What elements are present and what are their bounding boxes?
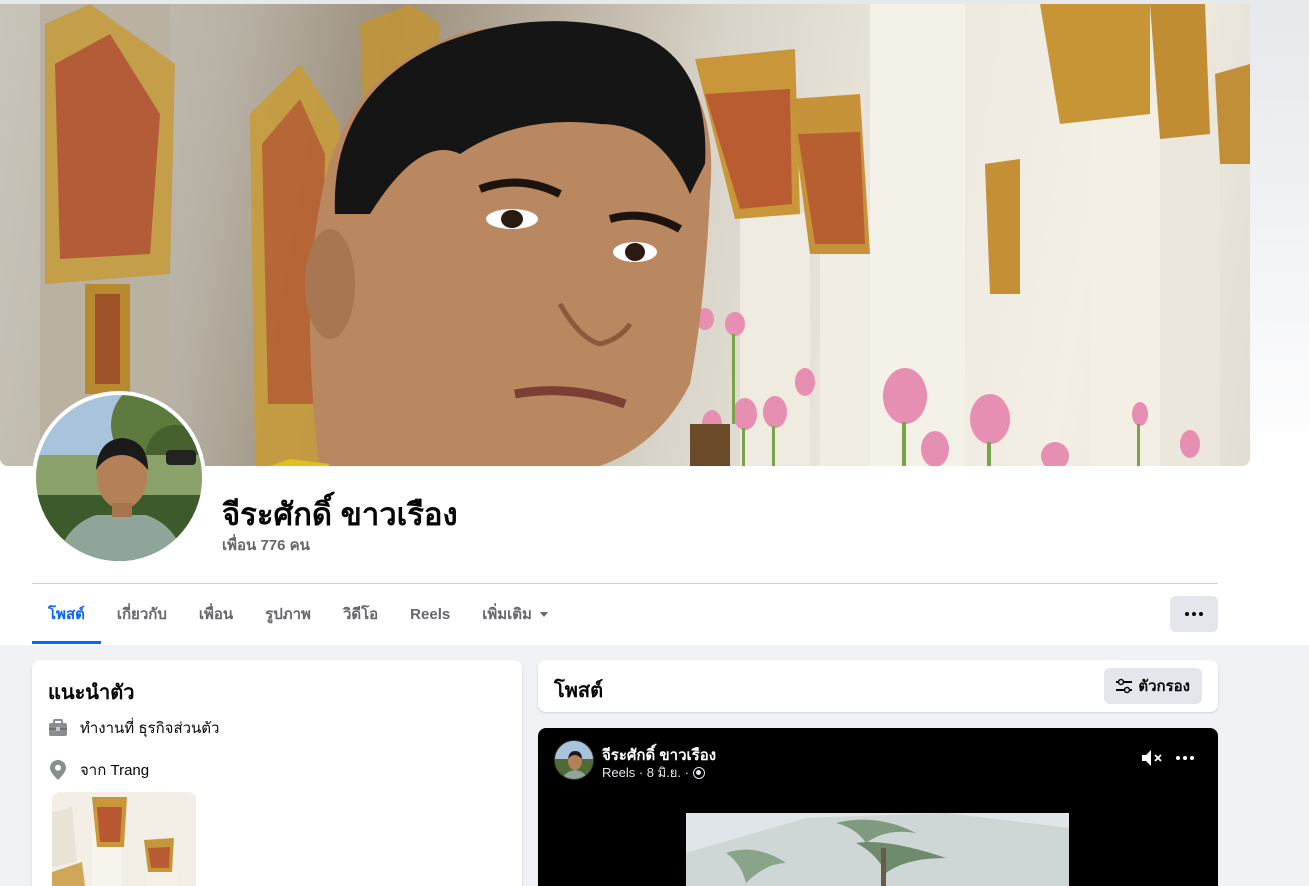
avatar[interactable] xyxy=(554,740,594,780)
tab-photos[interactable]: รูปภาพ xyxy=(249,584,327,644)
tab-label: วิดีโอ xyxy=(342,606,379,623)
reel-post[interactable]: จีระศักดิ์ ขาวเรือง Reels · 8 มิ.ย. · xyxy=(538,728,1218,886)
mute-button[interactable] xyxy=(1140,748,1166,768)
intro-work-text: ทำงานที่ ธุรกิจส่วนตัว xyxy=(80,720,220,737)
tab-label: เกี่ยวกับ xyxy=(116,606,167,623)
filter-button[interactable]: ตัวกรอง xyxy=(1104,668,1202,704)
map-pin-icon xyxy=(48,760,68,780)
tab-reels[interactable]: Reels xyxy=(394,584,466,644)
intro-location-text[interactable]: จาก Trang xyxy=(80,758,149,782)
reel-video[interactable] xyxy=(686,813,1069,886)
speaker-muted-icon xyxy=(1142,750,1162,766)
profile-more-button[interactable] xyxy=(1170,596,1218,632)
tab-label: โพสต์ xyxy=(48,606,85,623)
post-meta: Reels · 8 มิ.ย. · xyxy=(602,762,705,783)
tab-label: เพื่อน xyxy=(198,606,234,623)
filter-label: ตัวกรอง xyxy=(1138,678,1190,695)
profile-tabs: โพสต์ เกี่ยวกับ เพื่อน รูปภาพ วิดีโอ Ree… xyxy=(32,584,564,644)
intro-work-row: ทำงานที่ ธุรกิจส่วนตัว xyxy=(48,716,219,740)
horizontal-dots-icon xyxy=(1176,756,1194,760)
post-more-button[interactable] xyxy=(1174,748,1196,768)
tab-videos[interactable]: วิดีโอ xyxy=(327,584,394,644)
horizontal-dots-icon xyxy=(1185,612,1203,616)
sliders-icon xyxy=(1116,678,1133,694)
tab-more[interactable]: เพิ่มเติม xyxy=(466,584,564,644)
featured-photo[interactable] xyxy=(52,792,196,886)
tab-posts[interactable]: โพสต์ xyxy=(32,584,101,644)
profile-picture[interactable] xyxy=(32,391,206,565)
tab-label: Reels xyxy=(410,605,451,623)
posts-header-card: โพสต์ ตัวกรอง xyxy=(538,660,1218,712)
tab-label: เพิ่มเติม xyxy=(482,606,532,623)
caret-down-icon xyxy=(539,611,548,617)
tab-about[interactable]: เกี่ยวกับ xyxy=(101,584,183,644)
friends-count-link[interactable]: เพื่อน 776 คน xyxy=(222,533,310,557)
cover-photo-illustration xyxy=(40,4,1250,466)
profile-picture-image xyxy=(36,395,202,561)
tab-friends[interactable]: เพื่อน xyxy=(183,584,249,644)
intro-card: แนะนำตัว ทำงานที่ ธุรกิจส่วนตัว จาก Tran… xyxy=(32,660,522,886)
intro-location-row: จาก Trang xyxy=(48,758,149,782)
globe-icon xyxy=(692,766,705,779)
post-meta-text[interactable]: Reels · 8 มิ.ย. · xyxy=(602,762,689,783)
profile-name: จีระศักดิ์ ขาวเรือง xyxy=(222,497,458,532)
tab-label: รูปภาพ xyxy=(265,606,311,623)
briefcase-icon xyxy=(48,718,68,738)
cover-photo[interactable] xyxy=(0,4,1250,466)
posts-title: โพสต์ xyxy=(554,680,604,702)
intro-title: แนะนำตัว xyxy=(48,682,135,704)
